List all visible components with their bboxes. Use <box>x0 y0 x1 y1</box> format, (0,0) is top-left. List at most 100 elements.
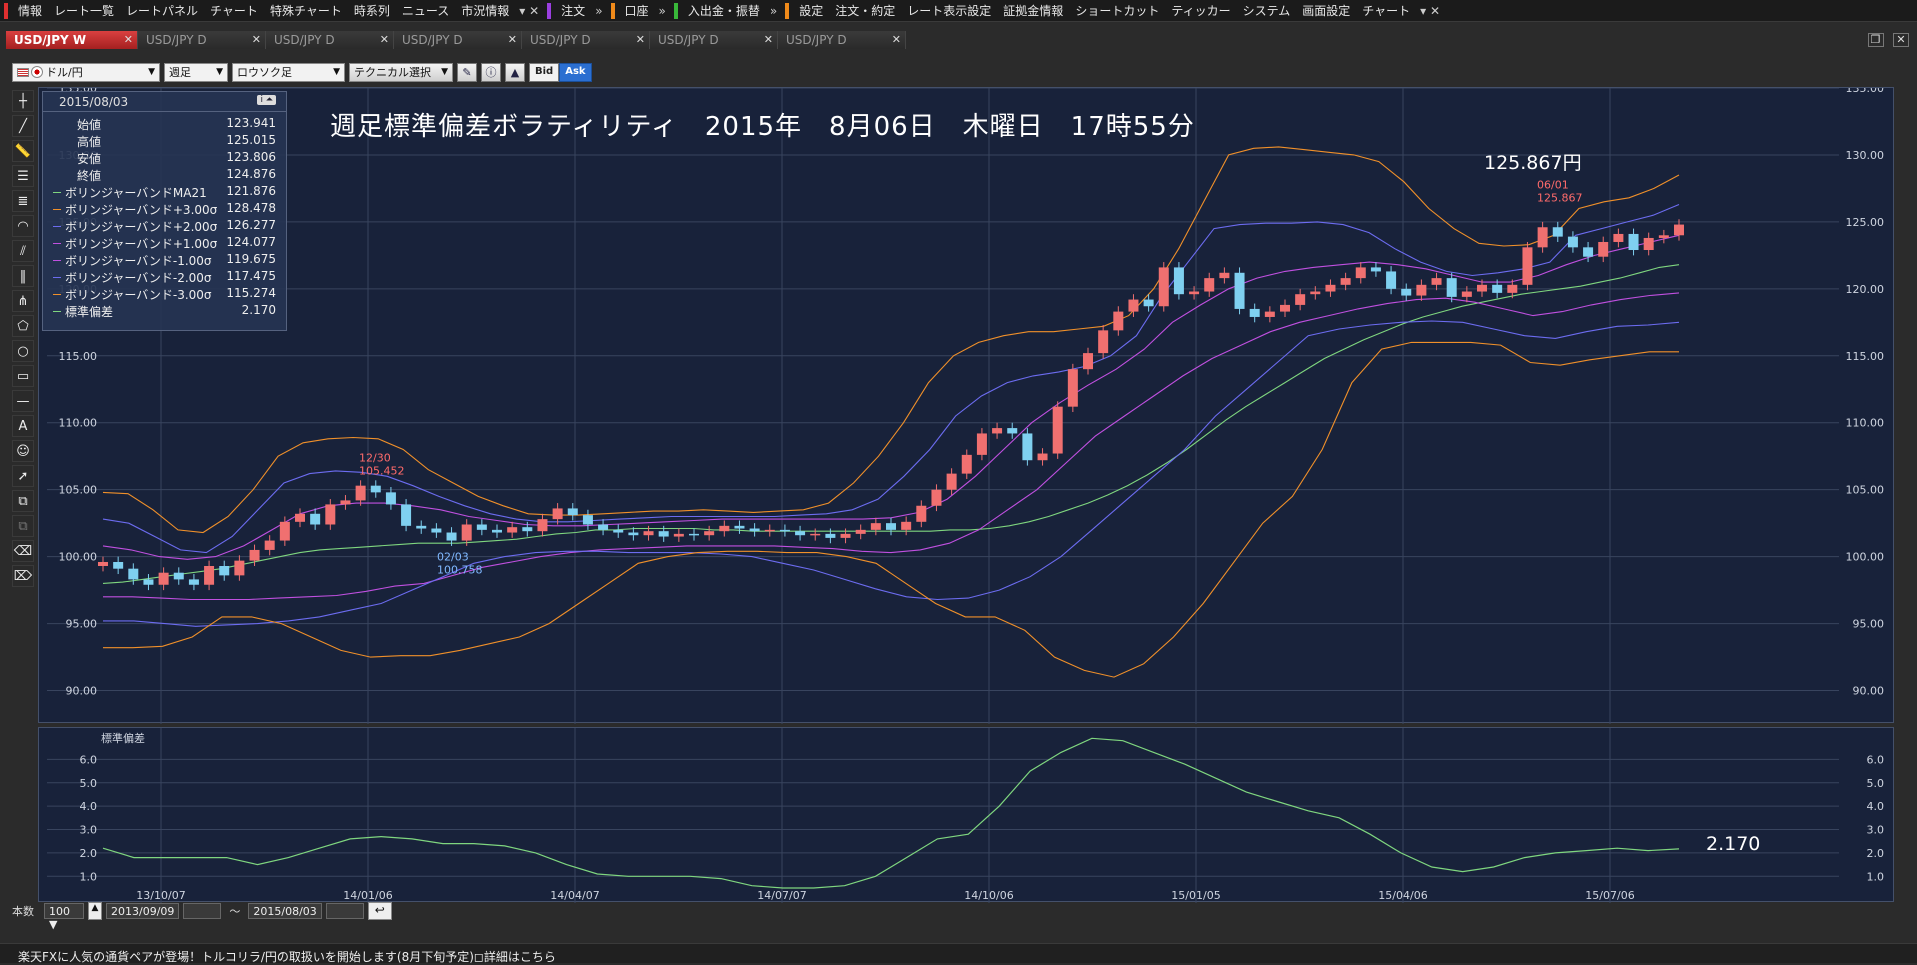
us-flag-icon <box>17 67 29 77</box>
menu-group-accent <box>547 2 552 19</box>
close-tab-icon[interactable]: ✕ <box>764 33 773 46</box>
close-tab-icon[interactable]: ✕ <box>508 33 517 46</box>
restore-window-icon[interactable]: ❐ <box>1867 33 1884 47</box>
end-date-field[interactable]: 2015/08/03 <box>248 903 322 919</box>
menu-item[interactable]: チャート <box>1356 2 1416 19</box>
close-tab-icon[interactable]: ✕ <box>380 33 389 46</box>
jp-flag-icon <box>31 66 43 78</box>
count-up-button[interactable]: ▲ <box>88 902 102 920</box>
menu-item[interactable]: レート表示設定 <box>901 2 997 19</box>
news-ticker[interactable]: 楽天FXに人気の通貨ペアが登場！トルコリラ/円の取扱いを開始します(8月下旬予定… <box>0 943 1917 964</box>
text-icon[interactable]: A <box>12 415 34 437</box>
period-select[interactable]: 週足 ▼ <box>164 62 228 82</box>
ruler-icon[interactable]: 📏 <box>12 140 34 162</box>
candle-body <box>886 523 896 530</box>
menu-item[interactable]: ニュース <box>396 2 455 19</box>
menu-group-accent <box>785 2 790 19</box>
menu-item[interactable]: 口座 <box>619 2 655 19</box>
chart-tab[interactable]: USD/JPY D ✕ <box>650 31 778 49</box>
menu-overflow-icon[interactable]: » <box>591 4 606 18</box>
menu-item[interactable]: レート一覧 <box>48 2 120 19</box>
area-chart-icon[interactable]: ▲ <box>505 62 525 82</box>
menu-item[interactable]: ティッカー <box>1165 2 1236 19</box>
start-time-field[interactable] <box>183 903 222 919</box>
chart-tab[interactable]: USD/JPY D ✕ <box>266 31 394 49</box>
price-chart-pane[interactable]: 135.00135.00130.00130.00125.00125.00120.… <box>38 82 1894 724</box>
menu-item[interactable]: 設定 <box>793 2 829 19</box>
menu-overflow-icon[interactable]: ▾ ✕ <box>515 4 543 18</box>
y-tick-label-left: 110.00 <box>59 417 98 430</box>
menu-item[interactable]: 注文・約定 <box>829 2 901 19</box>
menu-overflow-icon[interactable]: ▾ ✕ <box>1416 4 1444 18</box>
ask-button[interactable]: Ask <box>559 62 592 82</box>
pointer-icon[interactable]: ➚ <box>12 465 34 487</box>
horizontal-lines-icon[interactable]: ☰ <box>12 165 34 187</box>
start-date-field[interactable]: 2013/09/09 <box>106 903 180 919</box>
fibonacci-icon[interactable]: ≣ <box>12 190 34 212</box>
pentagon-icon[interactable]: ⬠ <box>12 315 34 337</box>
menu-item[interactable]: 注文 <box>555 2 591 19</box>
main-menu-bar: 情報 レート一覧 レートパネル チャート 特殊チャート 時系列 ニュース 市況情報 ▾ ✕ 注文»… <box>0 0 1917 22</box>
menu-item[interactable]: ショートカット <box>1069 2 1165 19</box>
close-tab-icon[interactable]: ✕ <box>252 33 261 46</box>
menu-item[interactable]: 入出金・振替 <box>682 2 766 19</box>
vertical-lines-icon[interactable]: ‖ <box>12 265 34 287</box>
chart-tab[interactable]: USD/JPY D ✕ <box>778 31 906 49</box>
menu-item[interactable]: 特殊チャート <box>264 2 348 19</box>
crosshair-icon[interactable]: ┼ <box>12 90 34 112</box>
menu-overflow-icon[interactable]: » <box>655 4 670 18</box>
chart-type-select[interactable]: ロウソク足 ▼ <box>232 62 345 82</box>
trendline-icon[interactable]: ╱ <box>12 115 34 137</box>
chart-tab-strip: USD/JPY W ✕ USD/JPY D ✕ USD/JPY D ✕ USD/JPY D ✕… <box>0 31 1917 49</box>
menu-item[interactable]: 情報 <box>12 2 48 19</box>
eraser-icon[interactable]: ⌫ <box>12 540 34 562</box>
chart-tab[interactable]: USD/JPY D ✕ <box>394 31 522 49</box>
copy-icon[interactable]: ⧉ <box>12 490 34 512</box>
circle-icon[interactable]: ○ <box>12 340 34 362</box>
close-tab-icon[interactable]: ✕ <box>636 33 645 46</box>
eraser-all-icon[interactable]: ⌦ <box>12 565 34 587</box>
menu-item[interactable]: 画面設定 <box>1296 2 1356 19</box>
candle-body <box>234 560 245 576</box>
candle-body <box>855 529 866 534</box>
horizontal-line-icon[interactable]: — <box>12 390 34 412</box>
menu-item[interactable]: システム <box>1237 2 1297 19</box>
std-dev-pane[interactable]: 6.0 6.0 5.0 5.0 4.0 4.0 3.0 3.0 2.0 2.0 1.0 1.0 13/1… <box>38 727 1894 903</box>
candle-body <box>1477 284 1487 292</box>
bid-button[interactable]: Bid <box>529 62 560 82</box>
info-icon[interactable]: ⓘ <box>481 62 501 82</box>
currency-pair-select[interactable]: ドル/円 ▼ <box>12 62 160 82</box>
chart-tab[interactable]: USD/JPY W ✕ <box>6 31 138 49</box>
menu-item[interactable]: 時系列 <box>348 2 396 19</box>
end-time-field[interactable] <box>325 903 364 919</box>
y-tick-label-left: 5.0 <box>80 777 98 790</box>
chevron-down-icon: ▼ <box>148 67 155 77</box>
count-field[interactable]: 100 ▼ <box>44 903 84 931</box>
menu-item[interactable]: チャート <box>204 2 264 19</box>
candle-body <box>976 433 987 455</box>
smiley-icon[interactable]: ☺ <box>12 440 34 462</box>
chart-tab[interactable]: USD/JPY D ✕ <box>522 31 650 49</box>
menu-overflow-icon[interactable]: » <box>766 4 781 18</box>
technical-select-button[interactable]: テクニカル選択 ▼ <box>349 62 453 82</box>
pen-icon[interactable]: ✎ <box>457 62 477 82</box>
ohlc-row-label: ボリンジャーバンド-3.00σ <box>65 288 212 302</box>
menu-item[interactable]: 証拠金情報 <box>997 2 1069 19</box>
info-collapse-icon[interactable]: i ⏶ <box>257 95 276 105</box>
candle-body <box>476 524 487 530</box>
return-icon[interactable]: ↩ <box>367 902 392 920</box>
close-window-icon[interactable]: ✕ <box>1893 33 1909 47</box>
fan-icon[interactable]: ◠ <box>12 215 34 237</box>
gann-fan-icon[interactable]: ⫽ <box>12 240 34 262</box>
bid-ask-toggle[interactable]: Bid Ask <box>529 62 592 82</box>
pitchfork-icon[interactable]: ⋔ <box>12 290 34 312</box>
close-tab-icon[interactable]: ✕ <box>892 33 901 46</box>
close-tab-icon[interactable]: ✕ <box>124 33 133 46</box>
menu-item[interactable]: レートパネル <box>120 2 204 19</box>
currency-pair-label: ドル/円 <box>46 66 83 79</box>
ohlc-row-value: 126.277 <box>226 218 276 232</box>
menu-item[interactable]: 市況情報 <box>455 2 515 19</box>
rectangle-icon[interactable]: ▭ <box>12 365 34 387</box>
chart-tab[interactable]: USD/JPY D ✕ <box>138 31 266 49</box>
menu-group: 注文» <box>543 0 606 22</box>
